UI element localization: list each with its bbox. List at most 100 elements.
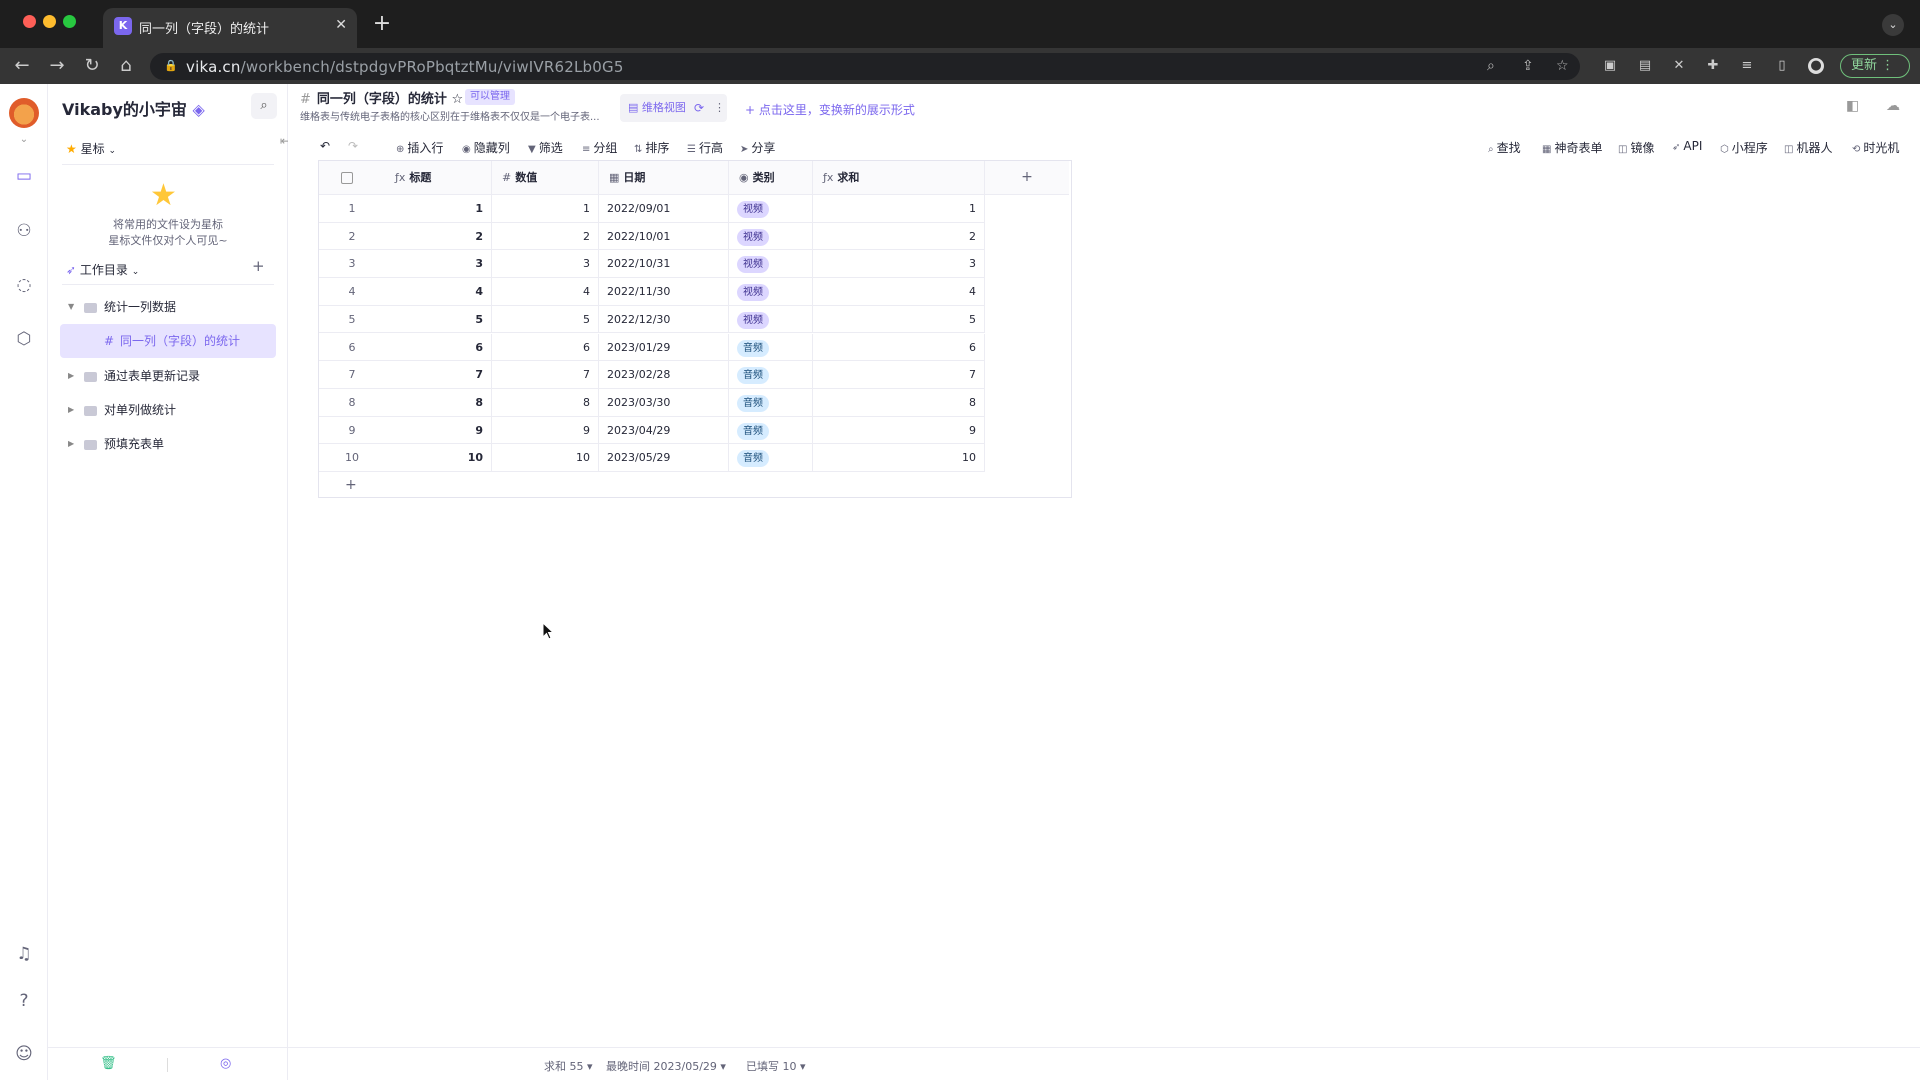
update-button[interactable]: 更新 ⋮ [1840,54,1910,78]
cell-category[interactable]: 视频 [729,195,813,223]
cell-sum[interactable]: 4 [813,278,985,306]
widget-button[interactable]: ⬡ 小程序 [1720,139,1768,156]
cell-category[interactable]: 视频 [729,222,813,251]
hide-fields-button[interactable]: ◉ 隐藏列 [462,139,510,156]
cell-sum[interactable]: 6 [813,333,985,362]
more-icon[interactable]: ⋮ [714,94,725,122]
group-button[interactable]: ≡ 分组 [582,139,617,156]
cell-value[interactable]: 8 [492,388,599,417]
cell-date[interactable]: 2022/12/30 [599,305,729,334]
cell-date[interactable]: 2022/11/30 [599,278,729,306]
row-height-button[interactable]: ☰ 行高 [687,139,723,156]
robot-icon[interactable]: ◧ [1846,98,1859,114]
lock-icon[interactable]: 🔒 [164,59,178,72]
star-section-header[interactable]: ★ 星标 ⌄ [66,140,116,157]
expand-arrow-icon[interactable]: ▶ [68,359,74,393]
cell-category[interactable]: 音频 [729,444,813,472]
add-node-icon[interactable]: + [252,257,265,275]
cell-value[interactable]: 10 [492,444,599,472]
settings-icon[interactable]: ⬡ [12,327,36,351]
cell-sum[interactable]: 8 [813,388,985,417]
tree-item-active-datasheet[interactable]: # 同一列（字段）的统计 [60,324,276,358]
row-index[interactable]: 9 [319,417,385,445]
column-header-title[interactable]: ƒx 标题 [385,161,492,195]
row-index[interactable]: 8 [319,389,385,417]
extensions-puzzle-icon[interactable]: ✚ [1705,58,1721,74]
cell-value[interactable]: 3 [492,250,599,279]
cell-category[interactable]: 音频 [729,361,813,389]
cell-sum[interactable]: 5 [813,305,985,334]
cell-sum[interactable]: 2 [813,222,985,251]
browser-tab[interactable]: K 同一列（字段）的统计 ✕ [103,8,357,48]
reload-icon[interactable]: ↻ [80,54,104,78]
row-index[interactable]: 2 [319,223,385,251]
sum-stat[interactable]: 求和 55 ▾ [544,1058,593,1074]
add-view-button[interactable]: + 点击这里，变换新的展示形式 [745,101,915,118]
cell-value[interactable]: 6 [492,333,599,362]
cell-category[interactable]: 视频 [729,278,813,306]
trash-icon[interactable]: 🗑 [100,1056,117,1071]
cell-category[interactable]: 视频 [729,305,813,334]
row-index[interactable]: 5 [319,306,385,334]
template-planet-icon[interactable]: ◎ [220,1056,231,1071]
help-icon[interactable]: ? [12,989,36,1013]
expand-arrow-icon[interactable]: ▶ [68,427,74,461]
redo-icon[interactable]: ↷ [348,139,358,153]
tab-search-button[interactable]: ⌄ [1882,14,1904,36]
cell-category[interactable]: 音频 [729,333,813,362]
home-icon[interactable]: ⌂ [114,54,138,78]
cell-sum[interactable]: 10 [813,444,985,472]
new-tab-button[interactable]: + [370,12,394,36]
cell-title[interactable]: 1 [385,195,492,223]
cell-sum[interactable]: 1 [813,195,985,223]
cell-date[interactable]: 2022/09/01 [599,195,729,223]
cell-date[interactable]: 2022/10/31 [599,250,729,279]
cell-title[interactable]: 4 [385,278,492,306]
cell-value[interactable]: 2 [492,222,599,251]
tree-folder-single-column[interactable]: ▶ 对单列做统计 [60,393,276,427]
profile-icon[interactable]: ● [1808,58,1824,74]
add-row-button[interactable]: + [319,472,1071,498]
workdir-header[interactable]: ➶ 工作目录 ⌄ [66,261,139,278]
tree-folder-stats[interactable]: ▼ 统计一列数据 [60,290,276,324]
extension-icon[interactable]: ✕ [1671,58,1687,74]
planet-icon[interactable]: ◌ [12,273,36,297]
reading-list-icon[interactable]: ≡ [1739,58,1755,74]
extension-icon[interactable]: ▤ [1637,58,1653,74]
maximize-window-button[interactable] [63,15,76,28]
close-tab-icon[interactable]: ✕ [335,17,347,33]
members-icon[interactable]: ⚇ [12,219,36,243]
cell-value[interactable]: 5 [492,305,599,334]
column-header-date[interactable]: ▦ 日期 [599,161,729,195]
cell-value[interactable]: 1 [492,195,599,223]
undo-icon[interactable]: ↶ [320,139,330,153]
expand-arrow-icon[interactable]: ▶ [68,393,74,427]
cell-title[interactable]: 8 [385,388,492,417]
row-index[interactable]: 7 [319,361,385,389]
tree-folder-form-update[interactable]: ▶ 通过表单更新记录 [60,359,276,393]
share-button[interactable]: ➤ 分享 [740,139,775,156]
close-window-button[interactable] [23,15,36,28]
cell-value[interactable]: 7 [492,361,599,389]
cell-sum[interactable]: 9 [813,416,985,445]
chevron-down-icon[interactable]: ⌄ [12,128,36,152]
add-column-button[interactable]: + [985,161,1069,195]
row-index[interactable]: 4 [319,278,385,306]
row-index[interactable]: 10 [319,444,385,472]
back-icon[interactable]: ← [10,54,34,78]
bookmark-star-icon[interactable]: ☆ [1556,58,1569,74]
cell-date[interactable]: 2023/05/29 [599,444,729,472]
cloud-icon[interactable]: ☁ [1886,98,1900,114]
workbench-icon[interactable]: ▭ [12,164,36,188]
expand-arrow-icon[interactable]: ▼ [68,290,74,324]
filled-stat[interactable]: 已填写 10 ▾ [746,1058,806,1074]
cell-value[interactable]: 9 [492,416,599,445]
sync-icon[interactable]: ⟳ [694,94,704,122]
api-button[interactable]: ➶ API [1672,139,1702,153]
share-icon[interactable]: ⇪ [1522,58,1534,74]
datasheet-title[interactable]: # 同一列（字段）的统计 ☆ [300,88,463,107]
time-machine-button[interactable]: ⟲ 时光机 [1852,139,1899,156]
column-header-value[interactable]: # 数值 [492,161,599,195]
insert-row-button[interactable]: ⊕ 插入行 [396,139,443,156]
minimize-window-button[interactable] [43,15,56,28]
